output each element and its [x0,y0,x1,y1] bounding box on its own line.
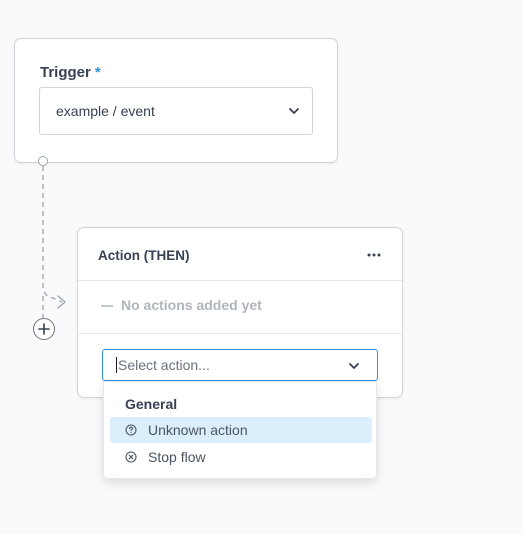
x-circle-icon [125,451,137,463]
option-label: Unknown action [148,422,248,438]
action-select[interactable]: Select action... [102,349,378,381]
chevron-down-icon [289,108,299,114]
trigger-title: Trigger * [40,64,101,81]
trigger-card: Trigger * example / event [14,38,338,163]
empty-actions-row: No actions added yet [78,281,402,334]
action-select-placeholder: Select action... [118,357,210,373]
dropdown-group-label: General [125,396,178,412]
trigger-event-select[interactable]: example / event [39,87,313,135]
option-label: Stop flow [148,449,206,465]
text-caret [116,357,117,373]
trigger-event-value: example / event [56,103,155,119]
empty-actions-text: No actions added yet [121,297,262,313]
trigger-title-text: Trigger [40,64,91,81]
required-mark: * [94,64,101,81]
action-dropdown-menu: General Unknown action Stop flow [103,381,377,479]
action-header: Action (THEN) [78,228,402,281]
dash-icon [101,305,113,307]
more-options-icon[interactable] [366,248,382,262]
trigger-output-handle[interactable] [38,156,48,166]
option-unknown-action[interactable]: Unknown action [110,417,372,443]
add-step-button[interactable] [33,318,55,340]
chevron-down-icon [349,363,359,369]
option-stop-flow[interactable]: Stop flow [110,444,372,470]
plus-icon [38,323,50,335]
question-circle-icon [125,424,137,436]
action-title: Action (THEN) [98,248,190,263]
